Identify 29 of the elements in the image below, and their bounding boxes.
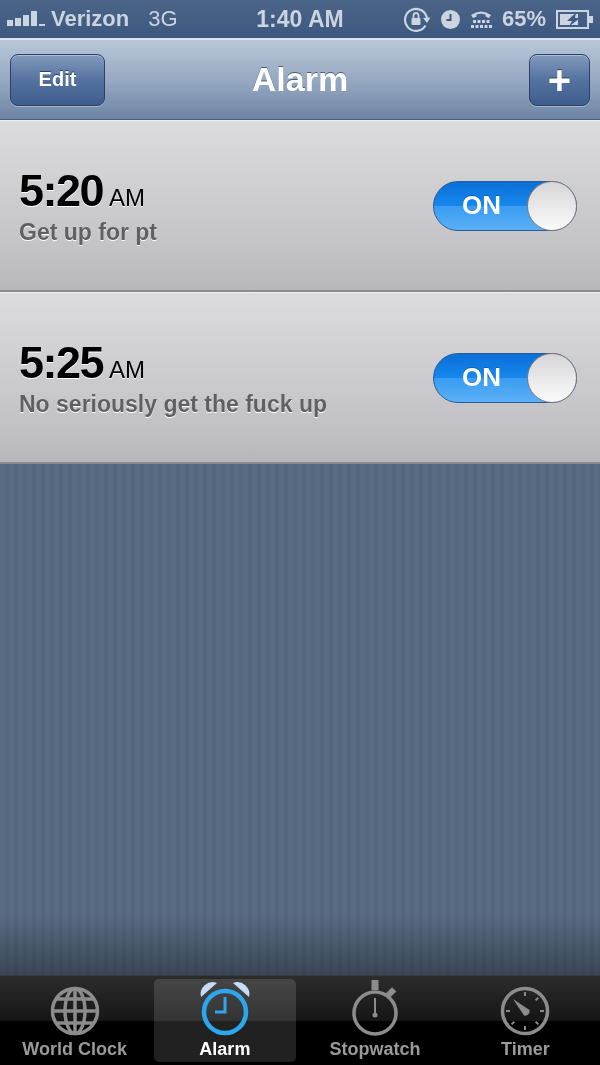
rotation-lock-icon [402, 6, 431, 32]
alarm-time: 5:25 [19, 337, 104, 388]
time-period: AM [109, 355, 146, 384]
tab[interactable]: World Clock [4, 979, 146, 1062]
toggle-thumb [527, 352, 577, 403]
status-time: 1:40 AM [256, 6, 344, 32]
signal-bars-icon [7, 11, 45, 26]
network-type: 3G [148, 6, 178, 32]
battery-icon [556, 9, 593, 29]
tty-icon [469, 9, 492, 29]
tab[interactable]: Alarm [154, 979, 296, 1062]
alarm-time: 5:20 [19, 165, 104, 216]
alarm-label: Get up for pt [19, 217, 157, 246]
alarm-clock-icon [440, 9, 460, 29]
globe-icon [49, 986, 100, 1036]
alarm-label: No seriously get the fuck up [19, 389, 327, 418]
time-period: AM [109, 183, 146, 212]
tab[interactable]: Stopwatch [304, 979, 446, 1062]
battery-percent: 65% [501, 6, 546, 32]
toggle-switch[interactable]: ON [433, 352, 577, 403]
stopwatch-icon [350, 980, 401, 1036]
carrier-name: Verizon [51, 6, 130, 32]
screen-title: Alarm [251, 60, 349, 99]
add-button[interactable]: + [529, 53, 590, 106]
dial-icon [500, 986, 551, 1036]
tab[interactable]: Timer [454, 979, 596, 1062]
toggle-thumb [527, 180, 577, 231]
edit-button[interactable]: Edit [10, 53, 105, 106]
toggle-switch[interactable]: ON [433, 180, 577, 231]
